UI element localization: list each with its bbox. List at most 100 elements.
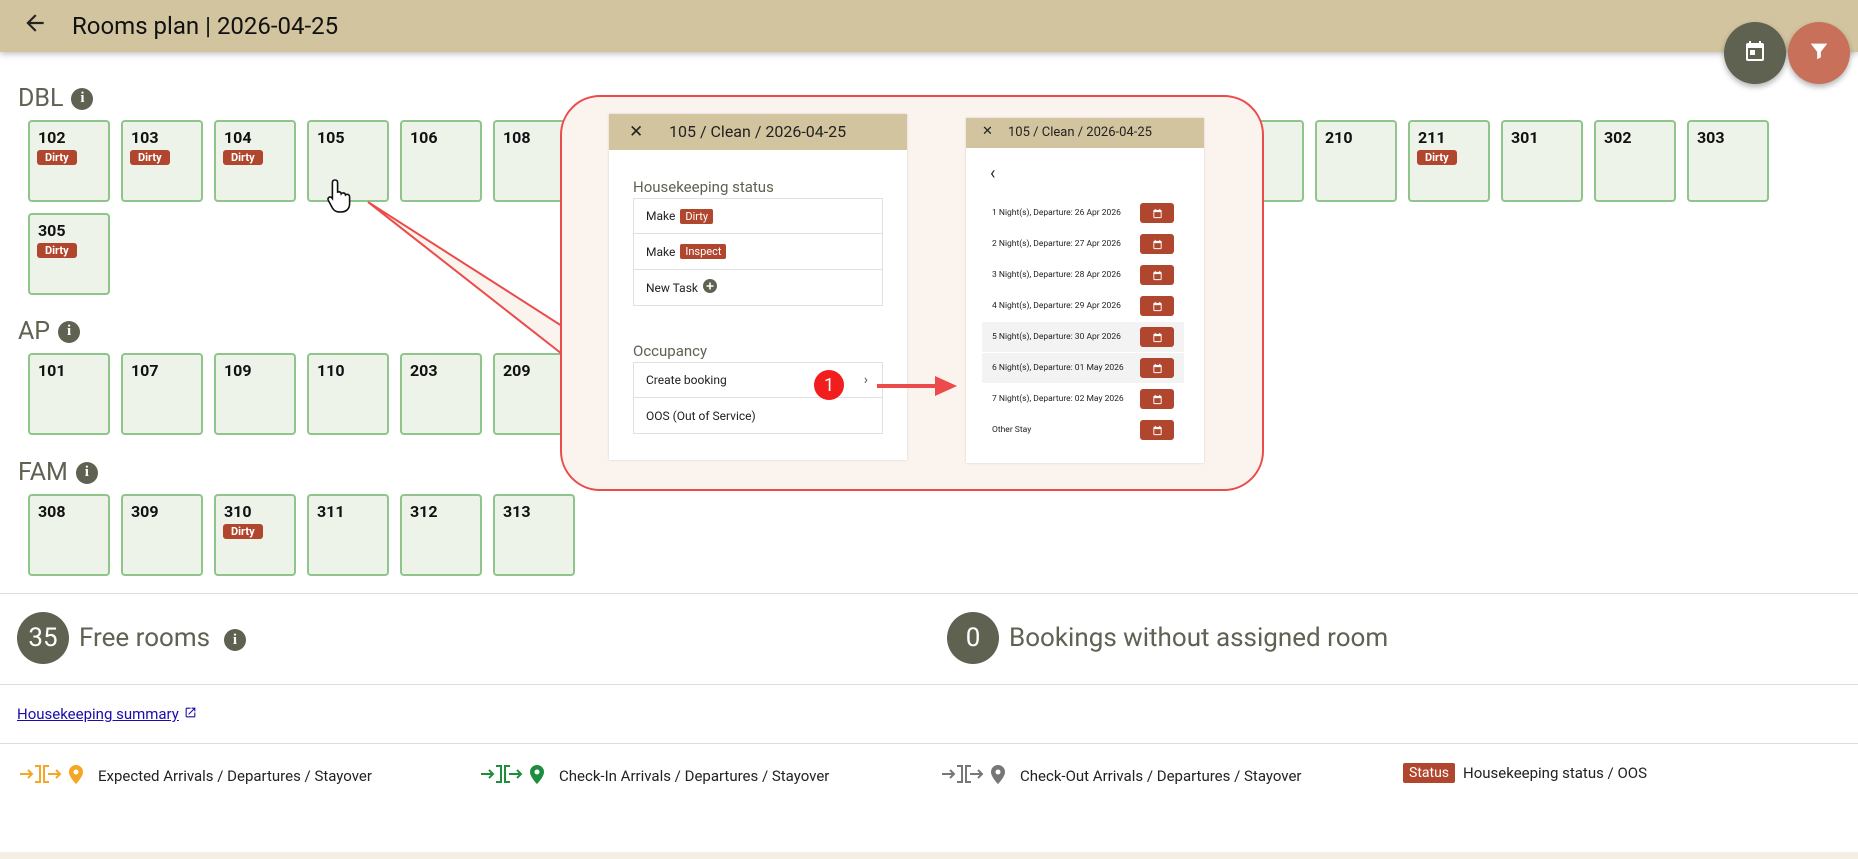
room-tile[interactable]: 211 Dirty (1408, 120, 1490, 202)
calendar-icon[interactable] (1140, 296, 1174, 316)
housekeeping-summary-link[interactable]: Housekeeping summary (17, 705, 197, 723)
hand-cursor-icon (326, 178, 354, 218)
chevron-right-icon: › (863, 372, 868, 388)
room-number: 311 (317, 502, 345, 521)
room-number: 211 (1418, 128, 1446, 147)
app-header: Rooms plan | 2026-04-25 (0, 0, 1858, 52)
info-icon[interactable]: i (75, 461, 98, 484)
night-option-label: 1 Night(s), Departure: 26 Apr 2026 (992, 208, 1121, 218)
divider (0, 743, 1858, 744)
night-option-label: 2 Night(s), Departure: 27 Apr 2026 (992, 239, 1121, 249)
calendar-icon[interactable] (1140, 265, 1174, 285)
info-icon[interactable]: i (71, 87, 94, 110)
oos-item[interactable]: OOS (Out of Service) (633, 398, 883, 434)
make-inspect-item[interactable]: Make Inspect (633, 234, 883, 270)
room-number: 313 (503, 502, 531, 521)
calendar-fab-button[interactable] (1724, 22, 1786, 84)
dirty-pill: Dirty (680, 208, 714, 224)
night-option[interactable]: 1 Night(s), Departure: 26 Apr 2026 (982, 198, 1184, 228)
room-menu-panel: ✕ 105 / Clean / 2026-04-25 Housekeeping … (609, 114, 907, 460)
legend-label: Check-Out Arrivals / Departures / Stayov… (1020, 767, 1302, 785)
calendar-icon[interactable] (1140, 234, 1174, 254)
section-label: DBL (18, 84, 64, 113)
filter-icon (1808, 40, 1830, 66)
chevron-left-icon[interactable]: ‹ (990, 163, 995, 184)
arrival-departure-stayover-icon (18, 763, 90, 789)
room-tile[interactable]: 101 (28, 353, 110, 435)
night-option[interactable]: 3 Night(s), Departure: 28 Apr 2026 (982, 260, 1184, 290)
night-option[interactable]: 5 Night(s), Departure: 30 Apr 2026 (982, 322, 1184, 352)
section-title-dbl: DBL i (18, 84, 94, 113)
night-option[interactable]: 7 Night(s), Departure: 02 May 2026 (982, 384, 1184, 414)
room-tile[interactable]: 309 (121, 494, 203, 576)
oos-label: OOS (Out of Service) (646, 408, 756, 423)
room-number: 103 (131, 128, 159, 147)
room-number: 107 (131, 361, 159, 380)
night-option[interactable]: 2 Night(s), Departure: 27 Apr 2026 (982, 229, 1184, 259)
room-tile[interactable]: 312 (400, 494, 482, 576)
calendar-icon[interactable] (1140, 389, 1174, 409)
room-tile[interactable]: 106 (400, 120, 482, 202)
room-number: 101 (38, 361, 66, 380)
free-rooms-count: 35 (17, 612, 69, 664)
room-number: 104 (224, 128, 252, 147)
legend-label: Check-In Arrivals / Departures / Stayove… (559, 767, 830, 785)
night-option[interactable]: 6 Night(s), Departure: 01 May 2026 (982, 353, 1184, 383)
page-title: Rooms plan | 2026-04-25 (72, 12, 339, 40)
room-tile[interactable]: 109 (214, 353, 296, 435)
calendar-icon[interactable] (1140, 203, 1174, 223)
close-icon[interactable]: ✕ (629, 122, 643, 142)
room-number: 106 (410, 128, 438, 147)
room-number: 110 (317, 361, 345, 380)
legend-label: Expected Arrivals / Departures / Stayove… (98, 767, 372, 785)
night-option-label: 3 Night(s), Departure: 28 Apr 2026 (992, 270, 1121, 280)
divider (0, 593, 1858, 594)
make-label: Make (646, 244, 676, 259)
room-tile[interactable]: 311 (307, 494, 389, 576)
open-external-icon (184, 705, 197, 723)
room-tile[interactable]: 302 (1594, 120, 1676, 202)
room-number: 102 (38, 128, 66, 147)
room-tile[interactable]: 107 (121, 353, 203, 435)
info-icon[interactable]: i (58, 320, 81, 343)
night-option[interactable]: Other Stay (982, 415, 1184, 445)
room-tile[interactable]: 103 Dirty (121, 120, 203, 202)
filter-fab-button[interactable] (1788, 22, 1850, 84)
status-badge: Dirty (223, 150, 263, 165)
room-tile[interactable]: 310 Dirty (214, 494, 296, 576)
arrow-left-icon[interactable] (22, 10, 52, 40)
room-tile[interactable]: 303 (1687, 120, 1769, 202)
calendar-icon[interactable] (1140, 327, 1174, 347)
arrow-right-icon (877, 376, 957, 396)
panel-header: ✕ 105 / Clean / 2026-04-25 (609, 114, 907, 150)
legend-item: Status Housekeeping status / OOS (1403, 763, 1647, 783)
section-title-fam: FAM i (18, 458, 98, 487)
zoom-callout: ✕ 105 / Clean / 2026-04-25 Housekeeping … (560, 95, 1264, 491)
night-option-label: 7 Night(s), Departure: 02 May 2026 (992, 394, 1124, 404)
make-label: Make (646, 209, 676, 223)
night-option-label: Other Stay (992, 425, 1032, 435)
room-tile[interactable]: 305 Dirty (28, 213, 110, 295)
room-tile[interactable]: 313 (493, 494, 575, 576)
night-option[interactable]: 4 Night(s), Departure: 29 Apr 2026 (982, 291, 1184, 321)
room-tile[interactable]: 301 (1501, 120, 1583, 202)
divider (0, 684, 1858, 685)
room-tile[interactable]: 102 Dirty (28, 120, 110, 202)
room-tile[interactable]: 104 Dirty (214, 120, 296, 202)
new-task-item[interactable]: New Task (633, 270, 883, 306)
inspect-pill: Inspect (680, 244, 727, 259)
close-icon[interactable]: ✕ (982, 124, 993, 139)
night-option-label: 5 Night(s), Departure: 30 Apr 2026 (992, 332, 1121, 342)
room-number: 105 (317, 128, 345, 147)
info-icon[interactable]: i (224, 629, 246, 651)
room-tile[interactable]: 308 (28, 494, 110, 576)
calendar-icon[interactable] (1140, 358, 1174, 378)
room-number: 305 (38, 221, 66, 240)
create-booking-item[interactable]: Create booking › (633, 362, 883, 398)
calendar-icon[interactable] (1140, 420, 1174, 440)
make-dirty-item[interactable]: Make Dirty (633, 198, 883, 234)
room-tile[interactable]: 210 (1315, 120, 1397, 202)
link-label: Housekeeping summary (17, 705, 179, 723)
status-badge: Dirty (37, 150, 77, 165)
room-number: 301 (1511, 128, 1539, 147)
